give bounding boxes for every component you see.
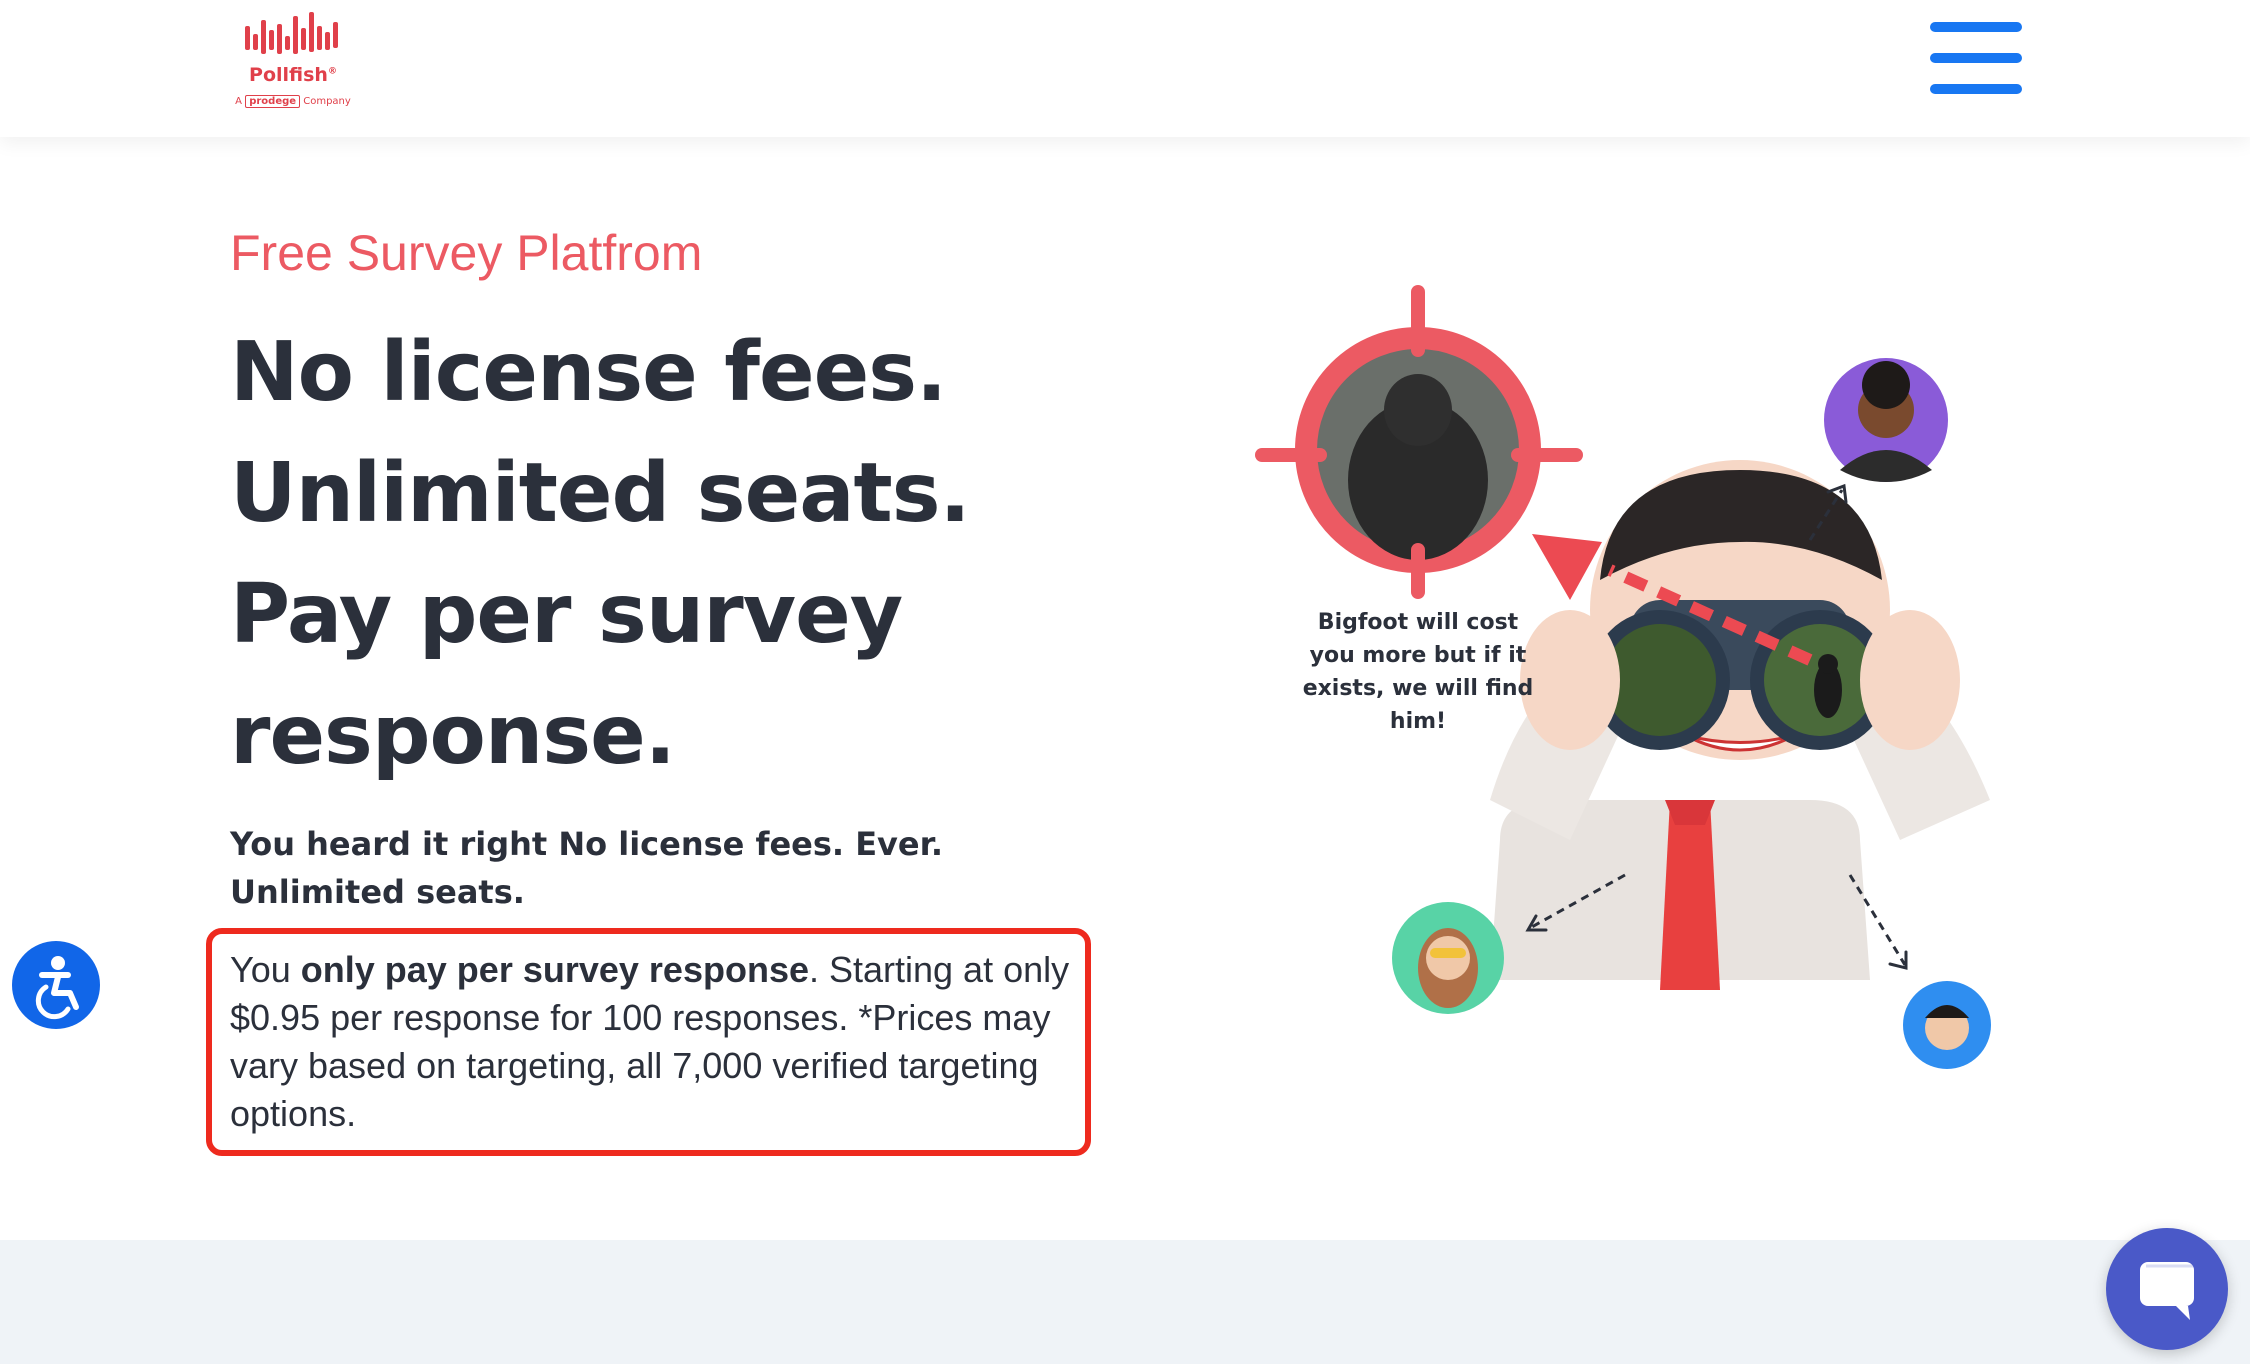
- avatar-man-blue: [1903, 981, 1991, 1069]
- pricing-emphasis: only pay per survey response: [300, 949, 809, 990]
- hamburger-menu-icon[interactable]: [1930, 22, 2022, 94]
- crosshair-target-icon: [1255, 285, 1583, 599]
- logo-registered-mark: ®: [327, 66, 337, 77]
- accessibility-button[interactable]: [12, 941, 100, 1029]
- hero-eyebrow: Free Survey Platfrom: [230, 225, 703, 281]
- logo-tagline-brand: prodege: [245, 95, 301, 108]
- logo-bars-icon: [245, 12, 338, 54]
- logo-name: Pollfish®: [249, 64, 337, 86]
- pricing-prefix: You: [230, 949, 301, 990]
- logo-tagline: A prodege Company: [228, 95, 358, 108]
- avatar-woman-green: [1392, 902, 1504, 1014]
- next-section-band: [0, 1240, 2250, 1364]
- hero-title: No license fees. Unlimited seats. Pay pe…: [230, 325, 971, 783]
- pricing-text: You only pay per survey response. Starti…: [230, 946, 1070, 1138]
- avatar-woman-purple: [1824, 358, 1948, 482]
- chat-button[interactable]: [2106, 1228, 2228, 1350]
- logo-tagline-suffix: Company: [303, 96, 351, 107]
- pollfish-logo[interactable]: Pollfish® A prodege Company: [228, 12, 358, 117]
- logo-tagline-prefix: A: [235, 96, 243, 107]
- site-header: Pollfish® A prodege Company: [0, 0, 2250, 137]
- illustration-caption: Bigfoot will cost you more but if it exi…: [1302, 610, 1534, 734]
- chat-bubble-icon: [2140, 1262, 2194, 1320]
- hero-lede: You heard it right No license fees. Ever…: [230, 825, 943, 911]
- accessibility-icon: [35, 956, 79, 1020]
